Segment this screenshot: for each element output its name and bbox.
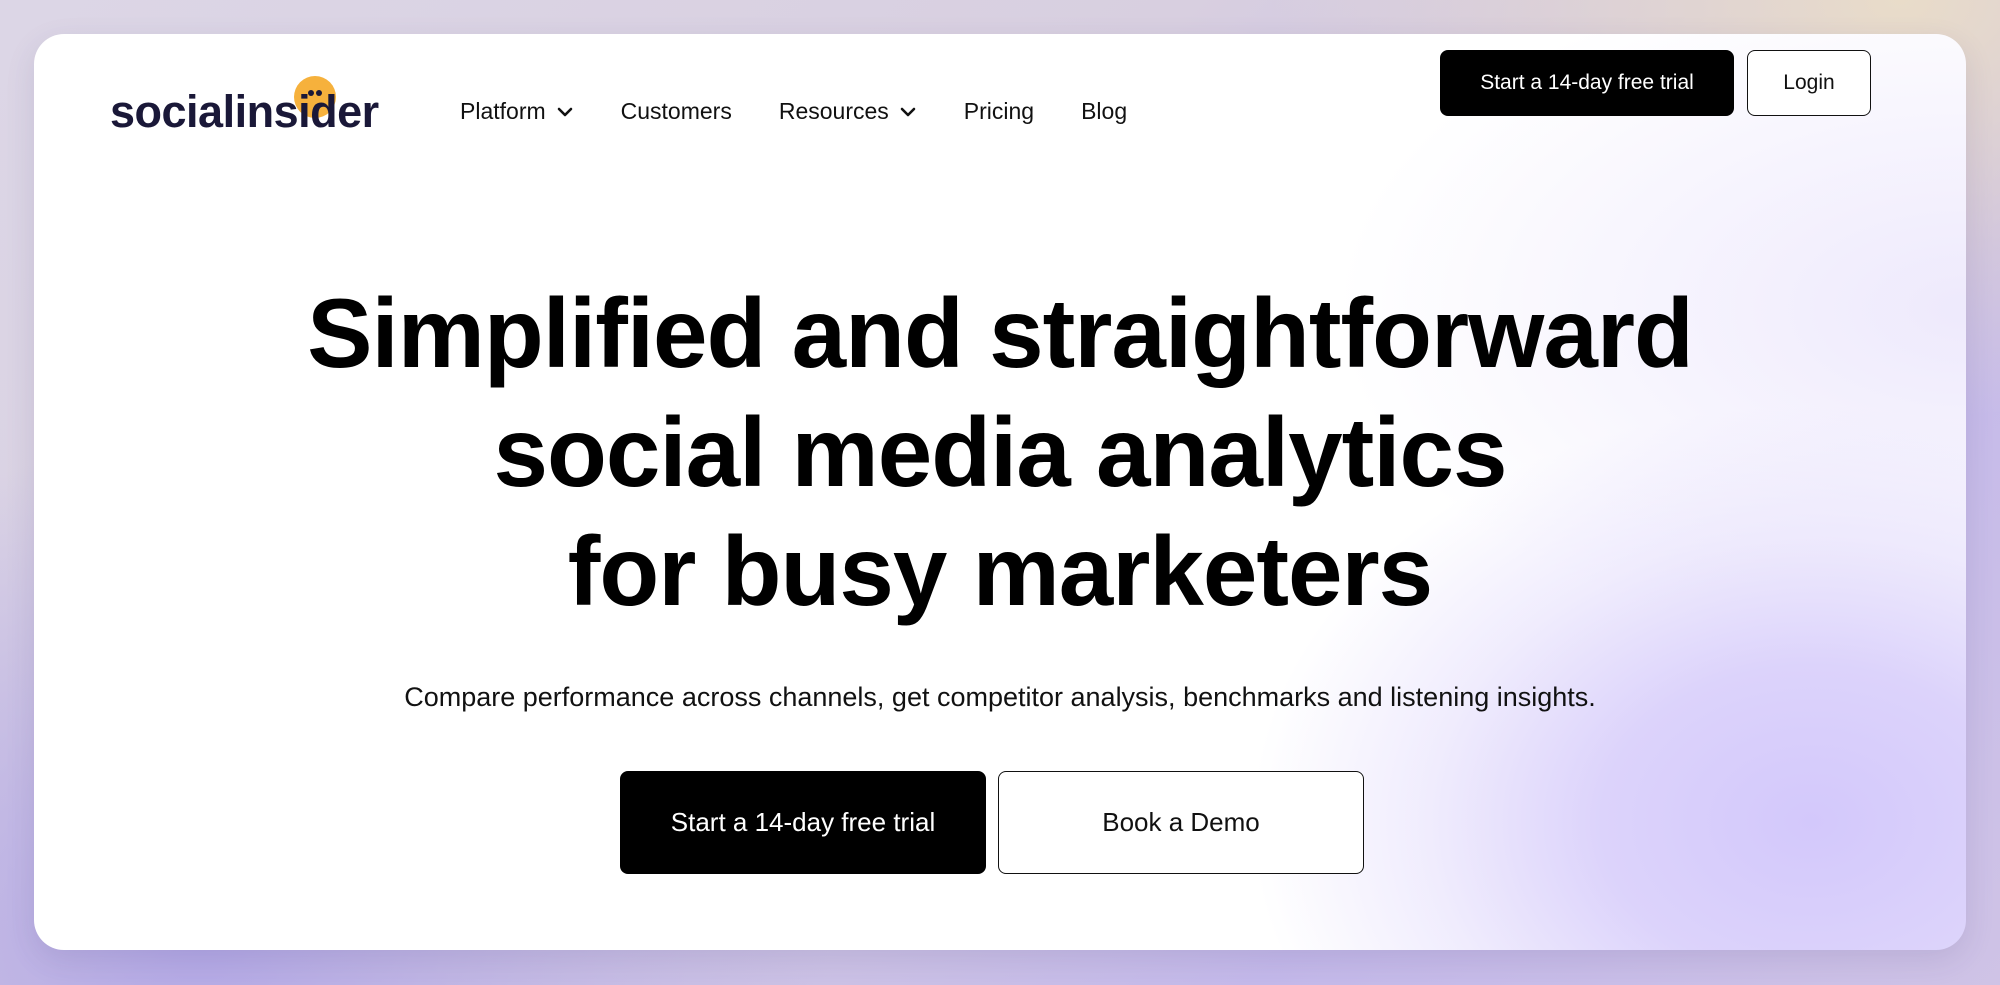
nav-item-label: Platform (460, 98, 546, 124)
login-button[interactable]: Login (1747, 50, 1871, 116)
nav-item-blog[interactable]: Blog (1081, 98, 1127, 125)
nav-item-customers[interactable]: Customers (621, 98, 732, 125)
nav-item-label: Customers (620, 98, 732, 124)
chevron-down-icon (557, 107, 572, 116)
nav-item-label: Resources (778, 98, 889, 124)
hero-title-line: for busy marketers (567, 516, 1433, 626)
chevron-down-icon (900, 107, 916, 116)
nav-links: Platform Customers Resources Pricing Blo… (460, 98, 1127, 125)
book-demo-button[interactable]: Book a Demo (998, 771, 1364, 874)
page-card: socialinsider Platform Customers Resourc… (34, 34, 1966, 950)
nav-item-resources[interactable]: Resources (779, 98, 917, 125)
nav-item-pricing[interactable]: Pricing (964, 98, 1034, 125)
hero-title-line: social media analytics (493, 397, 1508, 507)
nav-item-label: Pricing (963, 98, 1035, 124)
hero-subtitle: Compare performance across channels, get… (404, 682, 1596, 712)
hero-title: Simplified and straightforward social me… (34, 274, 1966, 631)
hero-title-line: Simplified and straightforward (307, 278, 1694, 388)
hero-free-trial-button[interactable]: Start a 14-day free trial (620, 771, 986, 874)
nav-item-platform[interactable]: Platform (460, 98, 574, 125)
nav-item-label: Blog (1081, 98, 1128, 124)
nav-free-trial-button[interactable]: Start a 14-day free trial (1440, 50, 1734, 116)
logo-text: socialinsider (110, 86, 379, 137)
top-navigation: socialinsider Platform Customers Resourc… (34, 34, 1966, 154)
